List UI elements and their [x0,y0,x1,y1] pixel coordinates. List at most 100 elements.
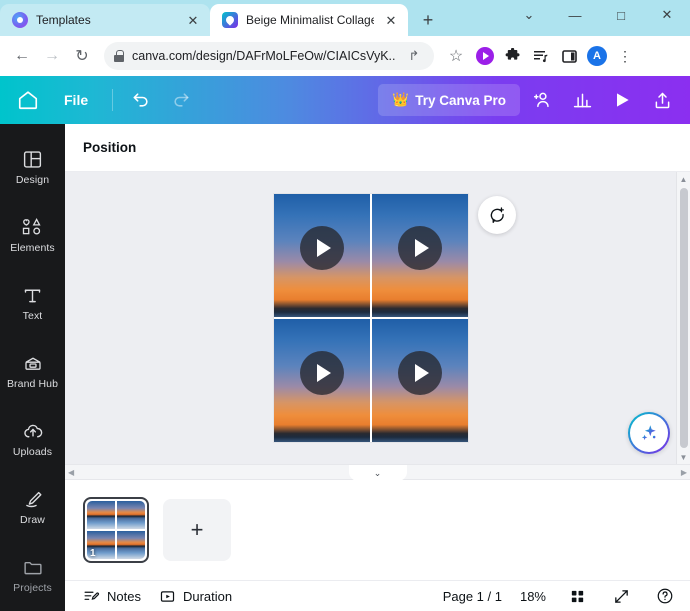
add-collaborator-icon[interactable] [524,82,560,118]
add-comment-icon[interactable] [478,196,516,234]
play-icon[interactable] [398,226,442,271]
browser-toolbar: ← → ↻ canva.com/design/DAFrMoLFeOw/CIAIC… [0,36,690,76]
templates-favicon [12,12,28,28]
design-page[interactable] [274,194,468,442]
pages-strip: 1 + [65,480,690,580]
extensions-puzzle-icon[interactable] [500,43,526,69]
forward-icon[interactable]: → [38,42,66,70]
canva-top-toolbar: File 👑 Try Canva Pro [0,76,690,124]
new-tab-button[interactable]: + [414,6,442,34]
sidebar-item-design[interactable]: Design [0,136,65,198]
play-icon[interactable] [300,351,344,396]
media-player-extension-icon[interactable] [472,43,498,69]
add-page-button[interactable]: + [163,499,231,561]
zoom-level[interactable]: 18% [520,589,546,604]
video-cell-1[interactable] [274,194,370,317]
reload-icon[interactable]: ↻ [68,42,96,70]
reading-list-icon[interactable] [528,43,554,69]
canvas-area[interactable] [65,172,690,464]
video-cell-4[interactable] [372,319,468,442]
projects-icon [22,556,44,578]
try-canva-pro-button[interactable]: 👑 Try Canva Pro [378,84,520,116]
bookmark-star-icon[interactable]: ☆ [442,42,470,70]
magic-studio-sparkle-icon[interactable] [628,412,670,454]
thumb-cell [87,501,116,530]
sidebar-item-projects[interactable]: Projects [0,544,65,606]
thumb-cell [116,530,145,559]
chrome-menu-icon[interactable]: ⋮ [612,43,638,69]
notes-button[interactable]: Notes [83,588,141,605]
tab-search-icon[interactable]: ⌄ [506,0,552,30]
elements-icon [21,216,44,238]
design-icon [22,148,43,170]
grid-view-icon[interactable] [564,583,590,609]
duration-label: Duration [182,588,233,604]
address-bar[interactable]: canva.com/design/DAFrMoLFeOw/CIAICsVyK..… [104,42,434,70]
browser-tab-strip: Templates ✕ Beige Minimalist Collage Ins… [0,0,690,36]
play-icon[interactable] [398,351,442,396]
video-cell-2[interactable] [372,194,468,317]
sidebar-item-label: Text [22,310,43,323]
lock-icon [114,50,124,62]
sidebar-item-text[interactable]: Text [0,272,65,334]
home-icon[interactable] [10,82,46,118]
canvas-horizontal-scrollbar[interactable]: ◀ ⌄ ▶ [65,464,690,481]
thumb-cell [116,501,145,530]
close-icon[interactable]: ✕ [382,11,400,29]
close-icon[interactable]: ✕ [184,11,202,29]
toolbar-divider [112,89,114,111]
profile-avatar[interactable]: A [584,43,610,69]
browser-tab-canva-design[interactable]: Beige Minimalist Collage Ins ✕ [210,4,408,36]
fullscreen-icon[interactable] [608,583,634,609]
minimize-button[interactable]: — [552,0,598,30]
scroll-left-icon[interactable]: ◀ [68,468,74,477]
close-window-button[interactable]: ✕ [644,0,690,30]
present-play-icon[interactable] [604,82,640,118]
uploads-icon [22,420,44,442]
video-cell-3[interactable] [274,319,370,442]
position-button[interactable]: Position [83,140,136,155]
undo-icon[interactable] [123,82,159,118]
play-icon[interactable] [300,226,344,271]
sidebar-item-uploads[interactable]: Uploads [0,408,65,470]
page-indicator: Page 1 / 1 [442,588,502,604]
sidebar-item-elements[interactable]: Elements [0,204,65,266]
page-number-badge: 1 [90,548,96,559]
analytics-icon[interactable] [564,82,600,118]
help-icon[interactable] [652,583,678,609]
sidebar-item-label: Design [15,174,50,187]
browser-tab-templates[interactable]: Templates ✕ [0,4,210,36]
back-icon[interactable]: ← [8,42,36,70]
bottom-status-bar: Notes Duration Page 1 / 1 18% [65,580,690,611]
url-input[interactable]: canva.com/design/DAFrMoLFeOw/CIAICsVyK..… [132,49,396,63]
tab-title: Beige Minimalist Collage Ins [246,13,374,27]
export-upload-icon[interactable] [644,82,680,118]
duration-icon [159,588,176,605]
collapse-panel-button[interactable]: ⌄ [348,465,407,481]
vertical-scroll-thumb[interactable] [679,188,688,448]
page-thumbnail-1[interactable]: 1 [83,497,149,563]
maximize-button[interactable]: □ [598,0,644,30]
canvas-vertical-scrollbar[interactable]: ▲ ▼ [676,172,690,464]
left-sidebar: Design Elements Text Brand Hub Uploads D… [0,124,65,611]
file-menu-button[interactable]: File [50,86,102,114]
scroll-right-icon[interactable]: ▶ [681,468,687,477]
try-pro-label: Try Canva Pro [415,92,506,108]
text-icon [22,284,43,306]
side-panel-icon[interactable] [556,43,582,69]
notes-icon [83,588,100,605]
draw-icon [22,488,44,510]
redo-icon[interactable] [163,82,199,118]
scroll-up-icon[interactable]: ▲ [680,172,688,186]
sidebar-item-brand-hub[interactable]: Brand Hub [0,340,65,402]
sidebar-item-label: Uploads [12,446,53,459]
brand-hub-icon [22,352,44,374]
notes-label: Notes [107,588,141,604]
tab-title: Templates [36,13,91,27]
sidebar-item-label: Brand Hub [6,378,59,391]
sidebar-item-draw[interactable]: Draw [0,476,65,538]
duration-button[interactable]: Duration [159,588,232,605]
share-icon[interactable]: ↱ [404,46,424,66]
scroll-down-icon[interactable]: ▼ [680,450,688,464]
sidebar-item-label: Projects [13,582,52,595]
